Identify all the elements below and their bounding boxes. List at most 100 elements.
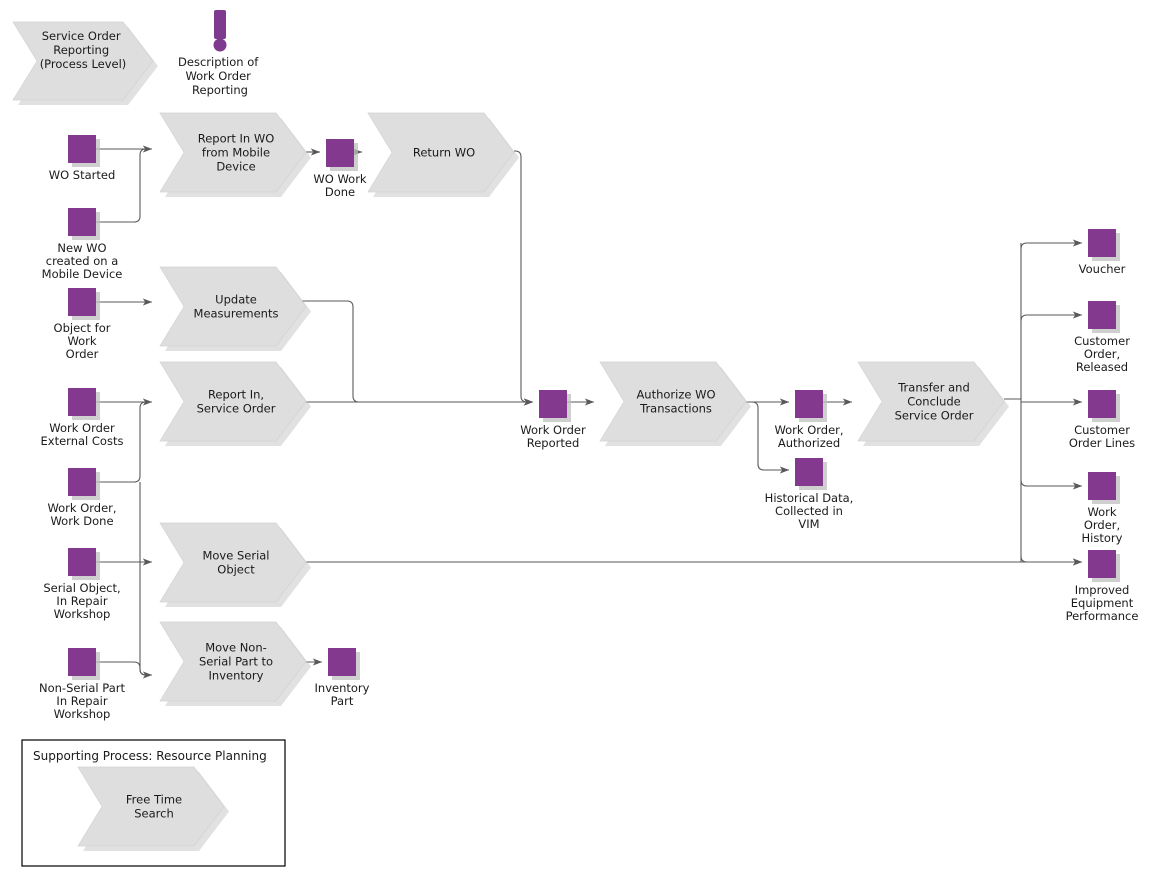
process-label-line: from Mobile [202,146,270,160]
process-authorize-wo-transactions[interactable]: Authorize WO Transactions [599,361,751,446]
entity-box[interactable] [68,135,96,163]
entity-label-line: History [1082,531,1123,545]
process-label-line: Transactions [639,402,712,416]
process-return-wo[interactable]: Return WO [367,112,519,197]
process-move-serial-object[interactable]: Move Serial Object [159,522,311,607]
process-label-line: Search [134,807,174,821]
process-label-line: Serial Part to [199,655,273,669]
entity-label-line: Object for [54,321,111,335]
entity-label-line: In Repair [56,594,107,608]
supporting-process-title: Supporting Process: Resource Planning [33,749,267,763]
entity-label-line: Work Order, [774,423,843,437]
process-move-non-serial-part[interactable]: Move Non-Serial Part to Inventory [159,621,311,706]
entity-box[interactable] [68,208,96,236]
entity-label-line: In Repair [56,694,107,708]
entity-label-line: Authorized [778,436,840,450]
conn-trunk-vertical [139,482,152,676]
entity-box[interactable] [1088,229,1116,257]
entity-label-line: VIM [798,517,819,531]
entity-improved-equipment-performance[interactable]: Improved Equipment Performance [1066,550,1139,623]
flow-canvas: Report In WO from Mobile Device Return WO Up… [12,10,1139,867]
process-report-in-service-order[interactable]: Report In, Service Order [159,361,311,446]
entity-work-order-work-done[interactable]: Work Order, Work Done [47,468,117,528]
entity-label-line: Work Order [49,421,115,435]
exclamation-icon-dot [213,38,227,52]
entity-box[interactable] [68,548,96,576]
entity-label: Customer Order, Released [1074,334,1130,374]
entity-object-for-work-order[interactable]: Object for Work Order [54,288,111,361]
entity-box[interactable] [68,468,96,496]
entity-box[interactable] [1088,390,1116,418]
conn-trunk-to-customer-order-released [1020,311,1083,322]
entity-box[interactable] [326,139,354,167]
entity-label: WO Work Done [313,172,367,199]
entity-historical-data-vim[interactable]: Historical Data, Collected in VIM [765,458,854,531]
process-label-line: Device [216,160,255,174]
entity-label: Serial Object, In Repair Workshop [43,581,120,621]
entity-box[interactable] [68,648,96,676]
entity-wo-started[interactable]: WO Started [49,135,116,182]
process-update-measurements[interactable]: Update Measurements [159,266,311,351]
process-label: Move Non-Serial Part to Inventory [199,641,273,683]
process-label-line: Free Time [126,793,182,807]
entity-customer-order-lines[interactable]: Customer Order Lines [1069,390,1135,450]
entity-label-line: Customer [1074,423,1130,437]
entity-wo-work-done[interactable]: WO Work Done [313,139,367,199]
entity-label: Work Order, History [1082,505,1123,545]
process-label-line: Move Non- [205,641,267,655]
entity-label-line: Work [1087,505,1116,519]
entity-label: Non-Serial Part In Repair Workshop [39,681,125,721]
entity-work-order-history[interactable]: Work Order, History [1082,472,1123,545]
conn-trunk-to-improved-equipment [1020,555,1083,566]
entity-work-order-authorized[interactable]: Work Order, Authorized [774,390,844,450]
entity-work-order-reported[interactable]: Work Order Reported [520,390,586,450]
process-label-line: Service Order [197,402,276,416]
entity-label-line: Reported [527,436,580,450]
entity-label: Inventory Part [315,681,370,708]
process-label-line: Transfer and [897,381,970,395]
conn-trunk-to-voucher [1020,239,1083,250]
process-report-in-wo-mobile[interactable]: Report In WO from Mobile Device [159,112,311,197]
entity-box[interactable] [68,388,96,416]
entity-label-line: Order, [1084,347,1120,361]
entity-label: Work Order External Costs [41,421,124,448]
entity-label-line: Historical Data, [765,491,854,505]
entity-customer-order-released[interactable]: Customer Order, Released [1074,301,1130,374]
entity-box[interactable] [328,648,356,676]
entity-box[interactable] [539,390,567,418]
entity-box[interactable] [795,390,823,418]
entity-work-order-external-costs[interactable]: Work Order External Costs [41,388,124,448]
entity-label: Customer Order Lines [1069,423,1135,450]
process-transfer-conclude-service-order[interactable]: Transfer and Conclude Service Order [857,361,1009,446]
entity-label-line: Work Done [50,514,113,528]
entity-label: Improved Equipment Performance [1066,583,1139,623]
entity-serial-object-in-repair-workshop[interactable]: Serial Object, In Repair Workshop [43,548,121,621]
entity-non-serial-part-in-repair-workshop[interactable]: Non-Serial Part In Repair Workshop [39,648,125,721]
entity-box[interactable] [1088,472,1116,500]
entity-label-line: Collected in [775,504,843,518]
entity-box[interactable] [795,458,823,486]
entity-label-line: created on a [46,254,119,268]
entity-box[interactable] [1088,550,1116,578]
entity-box[interactable] [1088,301,1116,329]
entity-label-line: Equipment [1071,596,1134,610]
entity-inventory-part[interactable]: Inventory Part [315,648,370,708]
process-free-time-search[interactable]: Free Time Search [77,766,229,851]
entity-box[interactable] [68,288,96,316]
entity-label-line: Customer [1074,334,1130,348]
entity-new-wo-created-mobile[interactable]: New WO created on a Mobile Device [42,208,123,281]
entity-label: New WO created on a Mobile Device [42,241,123,281]
process-label-line: Inventory [209,669,264,683]
process-label-line: Report In WO [198,132,275,146]
entity-label-line: Done [325,185,355,199]
entity-label-line: Non-Serial Part [39,681,125,695]
entity-label-line: New WO [57,241,106,255]
process-label-line: Update [215,293,257,307]
process-label-line: Move Serial [202,549,269,563]
conn-non-serial-part-to-move-non-serial-part [96,661,153,679]
process-label-line: Authorize WO [636,388,715,402]
entity-label: Historical Data, Collected in VIM [765,491,854,531]
process-label: Report In, Service Order [197,388,276,416]
entity-label-line: Part [331,694,354,708]
entity-voucher[interactable]: Voucher [1079,229,1126,276]
